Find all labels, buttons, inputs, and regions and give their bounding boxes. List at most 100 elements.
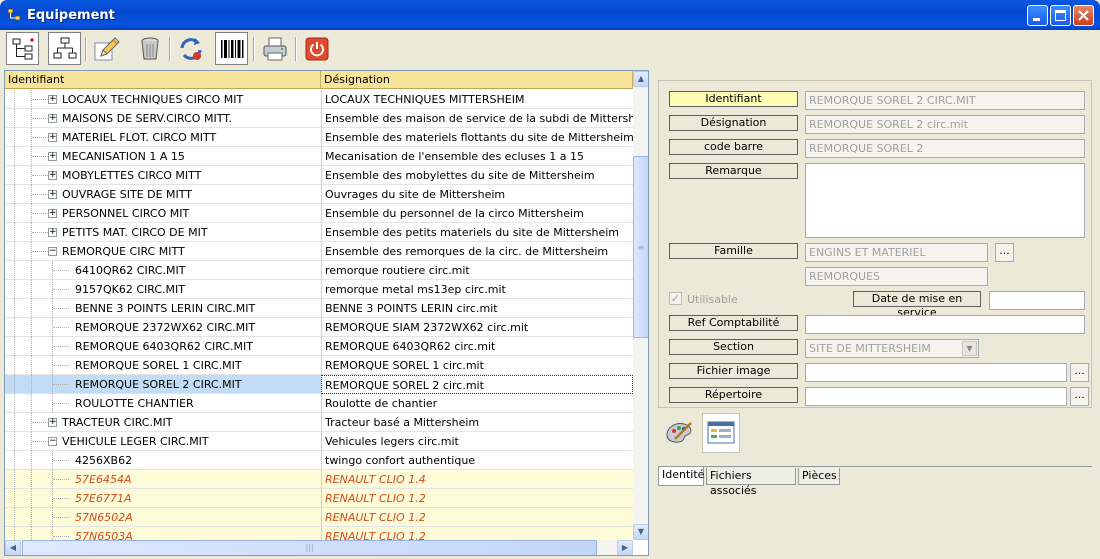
hscroll-thumb[interactable]: ||| xyxy=(22,540,597,555)
fichier-image-field[interactable] xyxy=(805,363,1067,382)
exit-button[interactable] xyxy=(300,32,333,65)
scroll-right-button[interactable]: ▶ xyxy=(617,540,633,555)
tree-row[interactable]: REMORQUE 2372WX62 CIRC.MIT REMORQUE SIAM … xyxy=(5,318,633,337)
chevron-down-icon[interactable]: ▼ xyxy=(962,341,977,356)
expand-node-icon[interactable]: + xyxy=(48,171,57,180)
repertoire-browse-button[interactable]: ... xyxy=(1070,387,1089,406)
identifiant-cell[interactable]: + MOBYLETTES CIRCO MITT xyxy=(5,166,320,185)
tree-row[interactable]: − REMORQUE CIRC MITT Ensemble des remorque… xyxy=(5,242,633,261)
expand-node-icon[interactable]: + xyxy=(48,114,57,123)
section-select[interactable]: SITE DE MITTERSHEIM ▼ xyxy=(805,339,979,358)
designation-cell[interactable]: Ouvrages du site de Mittersheim xyxy=(321,185,633,204)
famille-field[interactable]: ENGINS ET MATERIEL xyxy=(805,243,988,262)
designation-cell[interactable]: REMORQUE SIAM 2372WX62 circ.mit xyxy=(321,318,633,337)
designation-cell[interactable]: Ensemble du personnel de la circo Mitter… xyxy=(321,204,633,223)
tree-row[interactable]: 57N6503A RENAULT CLIO 1.2 xyxy=(5,527,633,540)
designation-cell[interactable]: RENAULT CLIO 1.4 xyxy=(321,470,633,489)
identifiant-cell[interactable]: − REMORQUE CIRC MITT xyxy=(5,242,320,261)
collapse-node-icon[interactable]: − xyxy=(48,437,57,446)
designation-cell[interactable]: Vehicules legers circ.mit xyxy=(321,432,633,451)
tree-row[interactable]: + MOBYLETTES CIRCO MITT Ensemble des mobyl… xyxy=(5,166,633,185)
tree-row[interactable]: 57E6771A RENAULT CLIO 1.2 xyxy=(5,489,633,508)
column-header-identifiant[interactable]: Identifiant xyxy=(5,71,321,89)
designation-cell[interactable]: BENNE 3 POINTS LERIN circ.mit xyxy=(321,299,633,318)
barcode-button[interactable] xyxy=(215,32,248,65)
designation-cell[interactable]: Tracteur basé a Mittersheim xyxy=(321,413,633,432)
tree-row[interactable]: 9157QK62 CIRC.MIT remorque metal ms13ep c… xyxy=(5,280,633,299)
code-barre-field[interactable]: REMORQUE SOREL 2 xyxy=(805,139,1085,158)
designation-cell[interactable]: Mecanisation de l'ensemble des ecluses 1… xyxy=(321,147,633,166)
tree-row[interactable]: 6410QR62 CIRC.MIT remorque routiere circ.… xyxy=(5,261,633,280)
identifiant-cell[interactable]: 57E6454A xyxy=(5,470,320,489)
tree-row[interactable]: REMORQUE SOREL 1 CIRC.MIT REMORQUE SOREL … xyxy=(5,356,633,375)
identifiant-field[interactable]: REMORQUE SOREL 2 CIRC.MIT xyxy=(805,91,1085,110)
tree-row[interactable]: + PETITS MAT. CIRCO DE MIT Ensemble des pe… xyxy=(5,223,633,242)
tab-pieces[interactable]: Pièces xyxy=(798,468,840,485)
identifiant-cell[interactable]: 9157QK62 CIRC.MIT xyxy=(5,280,320,299)
edit-button[interactable] xyxy=(90,32,123,65)
designation-cell[interactable]: REMORQUE SOREL 1 circ.mit xyxy=(321,356,633,375)
print-button[interactable] xyxy=(258,32,291,65)
expand-node-icon[interactable]: + xyxy=(48,190,57,199)
tree-row[interactable]: REMORQUE SOREL 2 CIRC.MIT REMORQUE SOREL … xyxy=(5,375,633,394)
scroll-thumb[interactable]: ≡ xyxy=(633,156,648,338)
tree-row[interactable]: + TRACTEUR CIRC.MIT Tracteur basé a Mitter… xyxy=(5,413,633,432)
designation-field[interactable]: REMORQUE SOREL 2 circ.mit xyxy=(805,115,1085,134)
sous-famille-field[interactable]: REMORQUES xyxy=(805,267,988,286)
identifiant-cell[interactable]: + MAISONS DE SERV.CIRCO MITT. xyxy=(5,109,320,128)
tree-row[interactable]: + PERSONNEL CIRCO MIT Ensemble du personne… xyxy=(5,204,633,223)
identifiant-cell[interactable]: + PERSONNEL CIRCO MIT xyxy=(5,204,320,223)
tree-row[interactable]: 4256XB62 twingo confort authentique xyxy=(5,451,633,470)
identifiant-cell[interactable]: + MATERIEL FLOT. CIRCO MITT xyxy=(5,128,320,147)
identifiant-cell[interactable]: + OUVRAGE SITE DE MITT xyxy=(5,185,320,204)
maximize-button[interactable] xyxy=(1050,5,1071,26)
identifiant-cell[interactable]: 57E6771A xyxy=(5,489,320,508)
tree-row[interactable]: 57N6502A RENAULT CLIO 1.2 xyxy=(5,508,633,527)
refresh-button[interactable] xyxy=(174,32,207,65)
scroll-up-button[interactable]: ▲ xyxy=(633,71,648,87)
identifiant-cell[interactable]: BENNE 3 POINTS LERIN CIRC.MIT xyxy=(5,299,320,318)
identifiant-cell[interactable]: 4256XB62 xyxy=(5,451,320,470)
tree-row[interactable]: REMORQUE 6403QR62 CIRC.MIT REMORQUE 6403Q… xyxy=(5,337,633,356)
horizontal-scrollbar[interactable]: ◀ ||| ▶ xyxy=(5,540,633,555)
tree-row[interactable]: + LOCAUX TECHNIQUES CIRCO MIT LOCAUX TECHN… xyxy=(5,90,633,109)
collapse-tree-button[interactable] xyxy=(48,32,81,65)
expand-node-icon[interactable]: + xyxy=(48,418,57,427)
date-service-field[interactable] xyxy=(989,291,1085,310)
designation-cell[interactable]: twingo confort authentique xyxy=(321,451,633,470)
utilisable-checkbox[interactable]: ✓ xyxy=(669,292,682,305)
close-button[interactable] xyxy=(1073,5,1094,26)
designation-cell[interactable]: remorque routiere circ.mit xyxy=(321,261,633,280)
designation-cell[interactable]: LOCAUX TECHNIQUES MITTERSHEIM xyxy=(321,90,633,109)
designation-cell[interactable]: RENAULT CLIO 1.2 xyxy=(321,527,633,540)
repertoire-field[interactable] xyxy=(805,387,1067,406)
vertical-scrollbar[interactable]: ▲ ≡ ▼ xyxy=(633,71,648,540)
identifiant-cell[interactable]: REMORQUE 2372WX62 CIRC.MIT xyxy=(5,318,320,337)
identifiant-cell[interactable]: 6410QR62 CIRC.MIT xyxy=(5,261,320,280)
minimize-button[interactable] xyxy=(1027,5,1048,26)
identifiant-cell[interactable]: − VEHICULE LEGER CIRC.MIT xyxy=(5,432,320,451)
identifiant-cell[interactable]: ROULOTTE CHANTIER xyxy=(5,394,320,413)
designation-cell[interactable]: Ensemble des maison de service de la sub… xyxy=(321,109,633,128)
designation-cell[interactable]: REMORQUE SOREL 2 circ.mit xyxy=(321,375,633,394)
designation-cell[interactable]: RENAULT CLIO 1.2 xyxy=(321,489,633,508)
designation-cell[interactable]: remorque metal ms13ep circ.mit xyxy=(321,280,633,299)
splitter[interactable] xyxy=(650,70,658,556)
identifiant-cell[interactable]: REMORQUE SOREL 1 CIRC.MIT xyxy=(5,356,320,375)
tree-row[interactable]: ROULOTTE CHANTIER Roulotte de chantier xyxy=(5,394,633,413)
expand-node-icon[interactable]: + xyxy=(48,152,57,161)
tree-row[interactable]: 57E6454A RENAULT CLIO 1.4 xyxy=(5,470,633,489)
collapse-node-icon[interactable]: − xyxy=(48,247,57,256)
tree-row[interactable]: − VEHICULE LEGER CIRC.MIT Vehicules legers… xyxy=(5,432,633,451)
form-view-button[interactable] xyxy=(702,413,740,453)
designation-cell[interactable]: Ensemble des mobylettes du site de Mitte… xyxy=(321,166,633,185)
identifiant-cell[interactable]: REMORQUE SOREL 2 CIRC.MIT xyxy=(5,375,320,394)
tree-row[interactable]: + MAISONS DE SERV.CIRCO MITT. Ensemble des… xyxy=(5,109,633,128)
expand-node-icon[interactable]: + xyxy=(48,209,57,218)
tree-row[interactable]: + MECANISATION 1 A 15 Mecanisation de l'en… xyxy=(5,147,633,166)
delete-button[interactable] xyxy=(133,32,166,65)
designation-cell[interactable]: Ensemble des remorques de la circ. de Mi… xyxy=(321,242,633,261)
tree-row[interactable]: + OUVRAGE SITE DE MITT Ouvrages du site de… xyxy=(5,185,633,204)
expand-tree-button[interactable] xyxy=(6,32,39,65)
ref-compta-field[interactable] xyxy=(805,315,1085,334)
